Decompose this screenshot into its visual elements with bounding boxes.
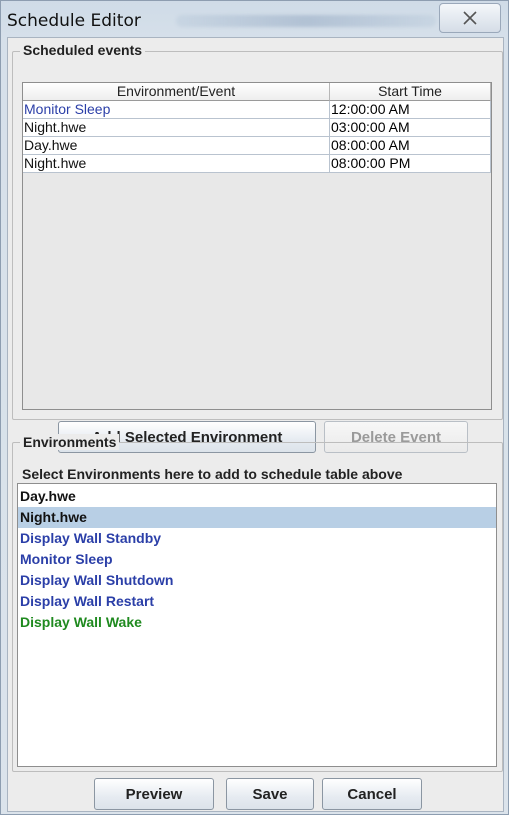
table-row[interactable]: Night.hwe 08:00:00 PM (23, 155, 491, 173)
start-time-cell: 12:00:00 AM (330, 101, 491, 119)
column-header-start-time[interactable]: Start Time (330, 83, 491, 101)
list-item[interactable]: Display Wall Restart (18, 591, 496, 612)
list-item[interactable]: Display Wall Shutdown (18, 570, 496, 591)
event-cell: Day.hwe (23, 137, 330, 155)
start-time-cell: 08:00:00 AM (330, 137, 491, 155)
dialog-content: Scheduled events Environment/Event Start… (7, 37, 504, 812)
window-title: Schedule Editor (7, 11, 141, 31)
start-time-cell: 08:00:00 PM (330, 155, 491, 173)
title-bar[interactable]: Schedule Editor (1, 1, 508, 37)
blurred-background-text (176, 15, 436, 27)
schedule-table-header: Environment/Event Start Time (23, 83, 491, 101)
table-row[interactable]: Monitor Sleep 12:00:00 AM (23, 101, 491, 119)
cancel-button[interactable]: Cancel (322, 778, 422, 810)
list-item[interactable]: Monitor Sleep (18, 549, 496, 570)
save-button[interactable]: Save (226, 778, 314, 810)
schedule-editor-window: Schedule Editor Scheduled events Environ… (0, 0, 509, 815)
scheduled-events-legend: Scheduled events (20, 42, 146, 58)
column-header-event[interactable]: Environment/Event (23, 83, 330, 101)
close-button[interactable] (439, 3, 501, 33)
event-cell: Monitor Sleep (23, 101, 330, 119)
start-time-cell: 03:00:00 AM (330, 119, 491, 137)
table-row[interactable]: Night.hwe 03:00:00 AM (23, 119, 491, 137)
list-item[interactable]: Night.hwe (18, 507, 496, 528)
environments-legend: Environments (20, 434, 120, 450)
environments-caption: Select Environments here to add to sched… (22, 466, 403, 482)
preview-button[interactable]: Preview (94, 778, 214, 810)
environments-list[interactable]: Day.hwe Night.hwe Display Wall Standby Moni… (17, 483, 497, 767)
table-row[interactable]: Day.hwe 08:00:00 AM (23, 137, 491, 155)
list-item[interactable]: Display Wall Wake (18, 612, 496, 633)
schedule-table[interactable]: Environment/Event Start Time Monitor Sle… (22, 82, 492, 410)
list-item[interactable]: Display Wall Standby (18, 528, 496, 549)
list-item[interactable]: Day.hwe (18, 486, 496, 507)
close-icon (463, 11, 477, 25)
event-cell: Night.hwe (23, 119, 330, 137)
event-cell: Night.hwe (23, 155, 330, 173)
